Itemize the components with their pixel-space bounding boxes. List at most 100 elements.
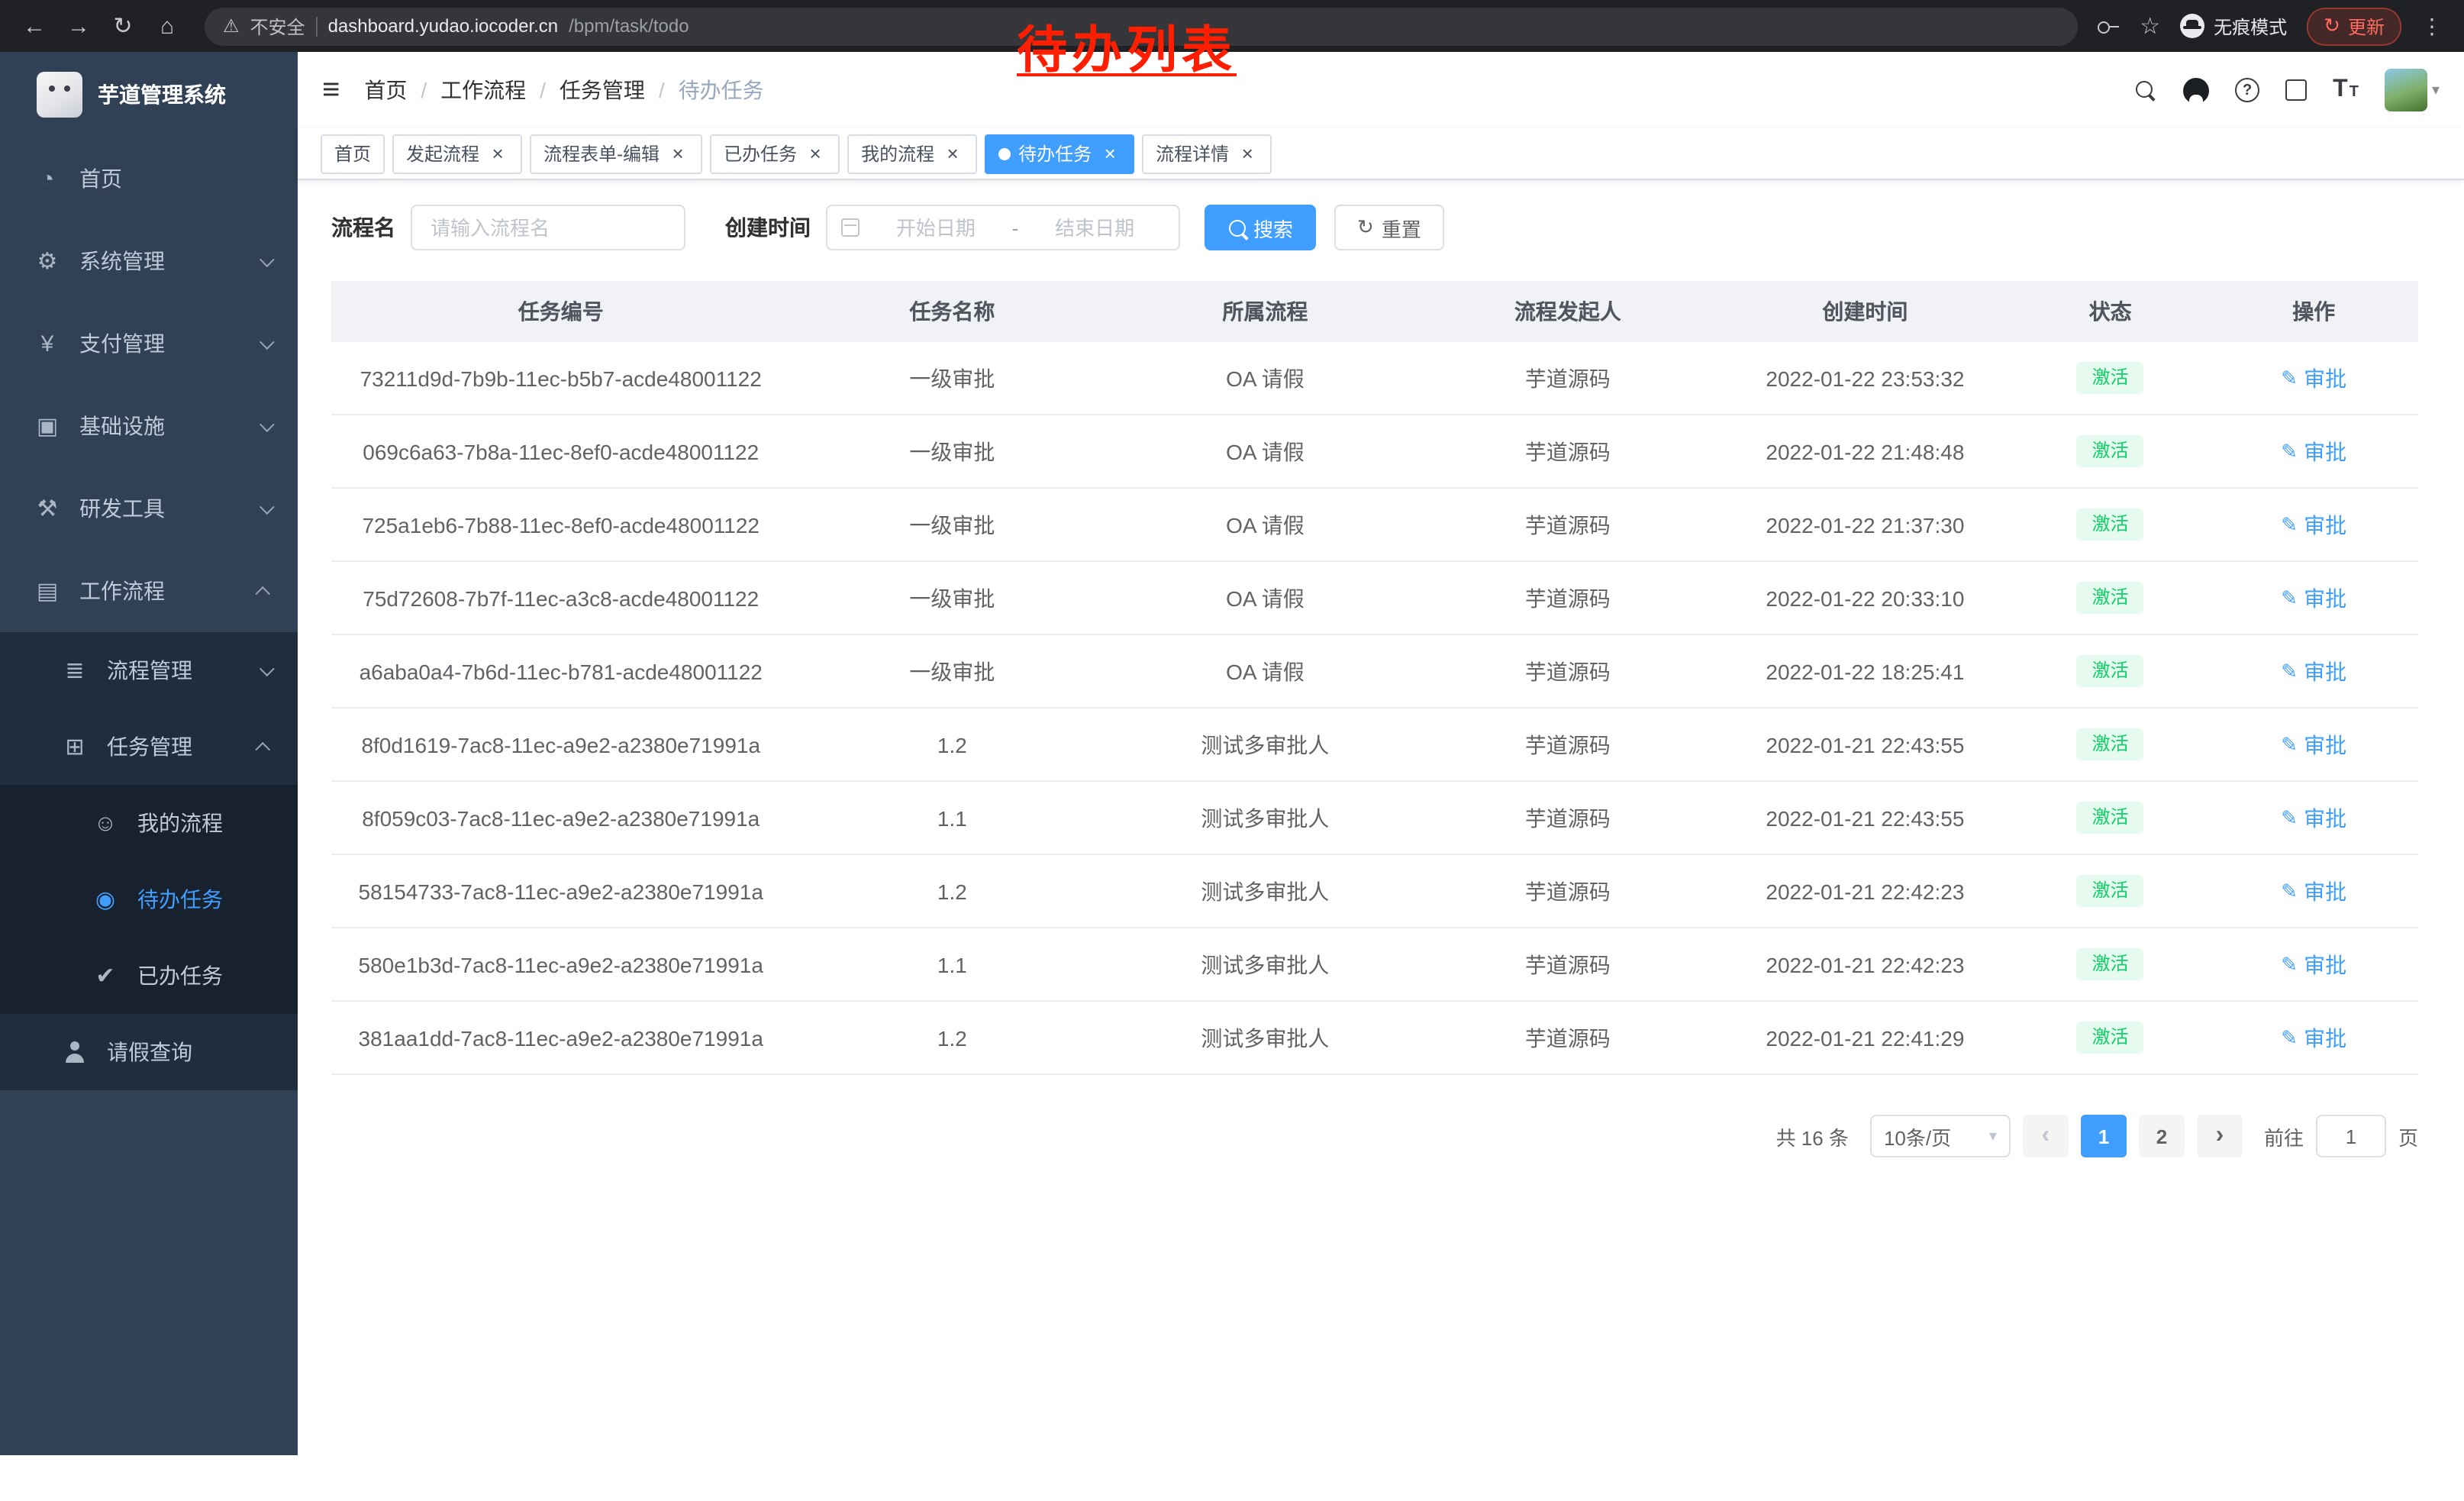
approve-button[interactable]: ✎ 审批 (2281, 656, 2346, 686)
security-label: 不安全 (250, 13, 305, 39)
approve-button[interactable]: ✎ 审批 (2281, 1022, 2346, 1053)
browser-menu-icon[interactable]: ⋮ (2421, 13, 2443, 39)
sidebar-item-dev-tools[interactable]: ⚒ 研发工具 (0, 467, 298, 550)
sidebar-item-my-process[interactable]: ☺ 我的流程 (0, 785, 298, 861)
sidebar-item-infrastructure[interactable]: ▣ 基础设施 (0, 385, 298, 467)
approve-button[interactable]: ✎ 审批 (2281, 583, 2346, 613)
tab[interactable]: 发起流程 × (392, 134, 522, 173)
tools-icon: ⚒ (34, 495, 61, 522)
approve-button[interactable]: ✎ 审批 (2281, 802, 2346, 833)
navbar: ≡ 首页 / 工作流程 / 任务管理 / 待办任务 (298, 52, 2464, 128)
tab[interactable]: 首页 (321, 134, 385, 173)
tab-close-icon[interactable]: × (1099, 143, 1121, 164)
navbar-actions: ? T T ▾ (2134, 69, 2440, 111)
table-row: 725a1eb6-7b88-11ec-8ef0-acde48001122 一级审… (331, 489, 2418, 562)
search-button[interactable]: 搜索 (1205, 205, 1316, 250)
goto-label: 前往 (2264, 1122, 2304, 1151)
table-row: 580e1b3d-7ac8-11ec-a9e2-a2380e71991a 1.1… (331, 928, 2418, 1002)
pagination: 共 16 条 10条/页 ▾ ‹ 12 › 前往 (331, 1115, 2418, 1157)
breadcrumb-separator: / (540, 78, 546, 102)
approve-button[interactable]: ✎ 审批 (2281, 876, 2346, 906)
next-page-button[interactable]: › (2197, 1115, 2243, 1157)
start-date-input[interactable] (866, 216, 1006, 239)
tab-close-icon[interactable]: × (487, 143, 508, 164)
task-id-cell: 58154733-7ac8-11ec-a9e2-a2380e71991a (331, 879, 790, 903)
process-name-input[interactable] (411, 205, 685, 250)
reload-icon[interactable]: ↻ (104, 7, 142, 45)
date-range-picker[interactable]: - (826, 205, 1180, 250)
forward-icon[interactable]: → (60, 7, 98, 45)
breadcrumb-item[interactable]: 待办任务 / (679, 75, 764, 105)
tab-close-icon[interactable]: × (942, 143, 963, 164)
tab[interactable]: 待办任务 × (985, 134, 1134, 173)
reset-button[interactable]: ↻ 重置 (1334, 205, 1444, 250)
key-icon[interactable] (2095, 14, 2120, 38)
goto-page-input[interactable] (2316, 1115, 2386, 1157)
task-action-cell: ✎ 审批 (2210, 876, 2418, 906)
approve-button[interactable]: ✎ 审批 (2281, 949, 2346, 980)
task-name-cell: 1.1 (790, 952, 1114, 976)
breadcrumb-item[interactable]: 首页 / (364, 75, 440, 105)
table-body: 73211d9d-7b9b-11ec-b5b7-acde48001122 一级审… (331, 342, 2418, 1075)
edit-icon: ✎ (2281, 805, 2298, 830)
filter-bar: 流程名 创建时间 - 搜索 ↻ 重置 (331, 205, 2418, 250)
search-icon[interactable] (2134, 79, 2157, 102)
tab-close-icon[interactable]: × (1237, 143, 1258, 164)
task-initiator-cell: 芋道源码 (1417, 509, 1719, 540)
fullscreen-icon[interactable] (2285, 79, 2307, 101)
app-logo[interactable]: 芋道管理系统 (0, 52, 298, 137)
user-menu[interactable]: ▾ (2385, 69, 2440, 111)
task-id-cell: 069c6a63-7b8a-11ec-8ef0-acde48001122 (331, 439, 790, 463)
github-icon[interactable] (2183, 77, 2209, 103)
task-process-cell: OA 请假 (1114, 656, 1416, 686)
sidebar-item-process-mgmt[interactable]: ≣ 流程管理 (0, 632, 298, 709)
tab-close-icon[interactable]: × (805, 143, 826, 164)
breadcrumb-item[interactable]: 任务管理 / (560, 75, 679, 105)
back-icon[interactable]: ← (15, 7, 53, 45)
update-button[interactable]: ↻ 更新 (2307, 7, 2401, 45)
todo-table: 任务编号任务名称所属流程流程发起人创建时间状态操作 73211d9d-7b9b-… (331, 281, 2418, 1075)
breadcrumb-item[interactable]: 工作流程 / (440, 75, 560, 105)
table-row: 069c6a63-7b8a-11ec-8ef0-acde48001122 一级审… (331, 415, 2418, 489)
sidebar-item-payment-mgmt[interactable]: ¥ 支付管理 (0, 302, 298, 385)
task-id-cell: 75d72608-7b7f-11ec-a3c8-acde48001122 (331, 586, 790, 610)
sidebar-item-system-mgmt[interactable]: ⚙ 系统管理 (0, 220, 298, 302)
task-created-cell: 2022-01-21 22:43:55 (1719, 805, 2011, 830)
task-process-cell: OA 请假 (1114, 583, 1416, 613)
end-date-input[interactable] (1024, 216, 1165, 239)
task-status-cell: 激活 (2011, 1021, 2210, 1054)
sidebar-collapse-icon[interactable]: ≡ (322, 73, 340, 108)
sidebar-item-task-mgmt[interactable]: ⊞ 任务管理 (0, 709, 298, 785)
task-created-cell: 2022-01-22 23:53:32 (1719, 366, 2011, 390)
sidebar-item-todo-tasks[interactable]: ◉ 待办任务 (0, 861, 298, 938)
tab[interactable]: 已办任务 × (710, 134, 840, 173)
table-row: 75d72608-7b7f-11ec-a3c8-acde48001122 一级审… (331, 562, 2418, 635)
approve-button[interactable]: ✎ 审批 (2281, 363, 2346, 393)
status-badge: 激活 (2077, 508, 2144, 541)
sidebar-item-home[interactable]: ◔ 首页 (0, 137, 298, 220)
sidebar-item-workflow[interactable]: ▤ 工作流程 (0, 550, 298, 632)
page-number-button[interactable]: 1 (2081, 1115, 2127, 1157)
incognito-badge: 无痕模式 (2180, 13, 2287, 39)
bookmark-star-icon[interactable]: ☆ (2140, 12, 2160, 40)
prev-page-button[interactable]: ‹ (2023, 1115, 2069, 1157)
check-icon: ✔ (92, 962, 119, 989)
approve-button[interactable]: ✎ 审批 (2281, 509, 2346, 540)
app-title: 芋道管理系统 (98, 79, 226, 110)
edit-icon: ✎ (2281, 659, 2298, 683)
tab-close-icon[interactable]: × (667, 143, 689, 164)
tab[interactable]: 流程详情 × (1142, 134, 1272, 173)
calendar-icon (841, 218, 859, 237)
tab[interactable]: 我的流程 × (847, 134, 977, 173)
approve-button[interactable]: ✎ 审批 (2281, 729, 2346, 760)
page-size-select[interactable]: 10条/页 ▾ (1870, 1115, 2011, 1157)
sidebar-item-done-tasks[interactable]: ✔ 已办任务 (0, 938, 298, 1014)
page-number-button[interactable]: 2 (2139, 1115, 2185, 1157)
approve-button[interactable]: ✎ 审批 (2281, 436, 2346, 466)
tab[interactable]: 流程表单-编辑 × (530, 134, 702, 173)
home-icon[interactable]: ⌂ (148, 7, 186, 45)
font-size-icon[interactable]: T T (2333, 79, 2359, 101)
task-id-cell: a6aba0a4-7b6d-11ec-b781-acde48001122 (331, 659, 790, 683)
sidebar-item-leave-query[interactable]: 请假查询 (0, 1014, 298, 1090)
help-icon[interactable]: ? (2235, 78, 2259, 102)
